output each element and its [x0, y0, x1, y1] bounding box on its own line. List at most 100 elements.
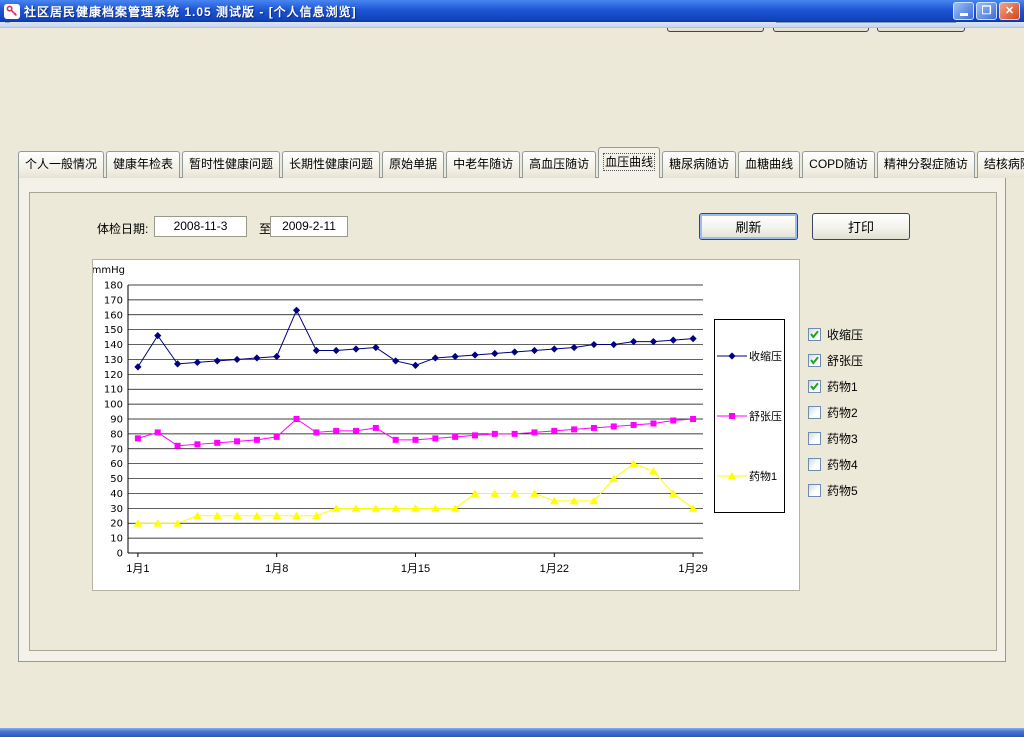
curve-panel: 体检日期: 2008-11-3 至 2009-2-11 刷新 打印 010203…: [29, 192, 997, 651]
svg-text:80: 80: [110, 429, 123, 440]
checkbox-unchecked-icon[interactable]: [808, 432, 821, 445]
tab-label: 健康年检表: [113, 157, 173, 171]
tab-精神分裂症随访[interactable]: 精神分裂症随访: [877, 151, 975, 178]
tab-高血压随访[interactable]: 高血压随访: [522, 151, 596, 178]
key-icon: [6, 5, 18, 17]
tab-label: 糖尿病随访: [669, 157, 729, 171]
svg-text:mmHg: mmHg: [93, 265, 125, 276]
minimize-button[interactable]: [953, 2, 974, 20]
series-toggle-舒张压[interactable]: 舒张压: [808, 347, 863, 373]
series-toggle-药物2[interactable]: 药物2: [808, 399, 863, 425]
svg-text:170: 170: [104, 295, 123, 306]
tab-血压曲线[interactable]: 血压曲线: [598, 147, 660, 178]
tab-长期性健康问题[interactable]: 长期性健康问题: [282, 151, 380, 178]
date-to-input[interactable]: 2009-2-11: [270, 216, 348, 237]
checkbox-checked-icon[interactable]: [808, 380, 821, 393]
svg-text:1月1: 1月1: [126, 563, 149, 575]
svg-text:40: 40: [110, 489, 123, 500]
tab-COPD随访[interactable]: COPD随访: [802, 151, 875, 178]
series-toggle-收缩压[interactable]: 收缩压: [808, 321, 863, 347]
window-title: 社区居民健康档案管理系统 1.05 测试版 - [个人信息浏览]: [24, 3, 953, 20]
window-frame-bottom: [0, 728, 1024, 737]
series-toggle-药物5[interactable]: 药物5: [808, 477, 863, 503]
legend-label: 舒张压: [749, 408, 782, 424]
bp-line-chart: 0 10 20 30 40 50 60 70 80 90 100 110 120 130 140 150 160…: [93, 260, 799, 590]
restore-button[interactable]: ❐: [976, 2, 997, 20]
chart-legend: 收缩压舒张压药物1: [714, 319, 785, 513]
svg-text:180: 180: [104, 281, 123, 292]
series-toggle-label: 药物1: [827, 378, 858, 395]
bp-chart-panel: 0 10 20 30 40 50 60 70 80 90 100 110 120 130 140 150 160…: [92, 259, 800, 591]
date-from-input[interactable]: 2008-11-3: [154, 216, 247, 237]
legend-label: 药物1: [749, 468, 777, 484]
panel-print-button[interactable]: 打印: [812, 213, 910, 240]
diamond-marker-icon: [717, 351, 747, 361]
tab-label: 血压曲线: [605, 155, 653, 169]
tab-label: 暂时性健康问题: [189, 157, 273, 171]
tab-暂时性健康问题[interactable]: 暂时性健康问题: [182, 151, 280, 178]
series-toggle-label: 药物3: [827, 430, 858, 447]
svg-text:20: 20: [110, 519, 123, 530]
tab-bar: 个人一般情况 健康年检表 暂时性健康问题 长期性健康问题 原始单据 中老年随访 高血压随访 血…: [18, 147, 1024, 178]
svg-text:10: 10: [110, 534, 123, 545]
checkbox-unchecked-icon[interactable]: [808, 406, 821, 419]
svg-text:1月29: 1月29: [678, 563, 707, 575]
tab-label: 个人一般情况: [25, 157, 97, 171]
tab-label: 长期性健康问题: [289, 157, 373, 171]
legend-entry-药物1: 药物1: [717, 468, 777, 484]
tab-中老年随访[interactable]: 中老年随访: [446, 151, 520, 178]
legend-entry-收缩压: 收缩压: [717, 348, 782, 364]
tab-个人一般情况[interactable]: 个人一般情况: [18, 151, 104, 178]
tab-label: 原始单据: [389, 157, 437, 171]
svg-text:1月15: 1月15: [401, 563, 430, 575]
svg-text:160: 160: [104, 310, 123, 321]
svg-text:120: 120: [104, 370, 123, 381]
series-toggle-list: 收缩压舒张压药物1 药物2 药物3 药物4 药物5: [808, 321, 863, 503]
tab-结核病随访[interactable]: 结核病随访: [977, 151, 1024, 178]
svg-text:90: 90: [110, 415, 123, 426]
checkbox-unchecked-icon[interactable]: [808, 484, 821, 497]
svg-text:100: 100: [104, 400, 123, 411]
series-toggle-label: 药物4: [827, 456, 858, 473]
tab-label: COPD随访: [809, 157, 868, 171]
refresh-button[interactable]: 刷新: [699, 213, 798, 240]
svg-text:50: 50: [110, 474, 123, 485]
svg-text:130: 130: [104, 355, 123, 366]
tab-血糖曲线[interactable]: 血糖曲线: [738, 151, 800, 178]
tab-健康年检表[interactable]: 健康年检表: [106, 151, 180, 178]
tab-label: 高血压随访: [529, 157, 589, 171]
svg-text:1月22: 1月22: [540, 563, 569, 575]
svg-text:110: 110: [104, 385, 123, 396]
checkbox-checked-icon[interactable]: [808, 354, 821, 367]
checkbox-checked-icon[interactable]: [808, 328, 821, 341]
triangle-marker-icon: [717, 471, 747, 481]
svg-text:0: 0: [117, 549, 123, 560]
tab-label: 血糖曲线: [745, 157, 793, 171]
series-toggle-label: 药物2: [827, 404, 858, 421]
series-toggle-药物3[interactable]: 药物3: [808, 425, 863, 451]
close-button[interactable]: ✕: [999, 2, 1020, 20]
checkbox-unchecked-icon[interactable]: [808, 458, 821, 471]
svg-text:150: 150: [104, 325, 123, 336]
series-toggle-药物4[interactable]: 药物4: [808, 451, 863, 477]
exam-date-label: 体检日期:: [97, 220, 148, 237]
tab-原始单据[interactable]: 原始单据: [382, 151, 444, 178]
series-toggle-label: 药物5: [827, 482, 858, 499]
legend-entry-舒张压: 舒张压: [717, 408, 782, 424]
tab-糖尿病随访[interactable]: 糖尿病随访: [662, 151, 736, 178]
series-toggle-label: 收缩压: [827, 326, 863, 343]
app-icon: [4, 4, 20, 19]
tab-label: 精神分裂症随访: [884, 157, 968, 171]
legend-label: 收缩压: [749, 348, 782, 364]
blood-pressure-curve-page: 体检日期: 2008-11-3 至 2009-2-11 刷新 打印 010203…: [18, 177, 1006, 662]
series-toggle-药物1[interactable]: 药物1: [808, 373, 863, 399]
app-window: 社区居民健康档案管理系统 1.05 测试版 - [个人信息浏览] ❐ ✕ 文件(…: [0, 0, 1024, 737]
svg-text:1月8: 1月8: [265, 563, 288, 575]
svg-text:60: 60: [110, 459, 123, 470]
square-marker-icon: [717, 411, 747, 421]
svg-text:140: 140: [104, 340, 123, 351]
tab-label: 结核病随访: [984, 157, 1024, 171]
tab-label: 中老年随访: [453, 157, 513, 171]
svg-text:70: 70: [110, 444, 123, 455]
svg-text:30: 30: [110, 504, 123, 515]
